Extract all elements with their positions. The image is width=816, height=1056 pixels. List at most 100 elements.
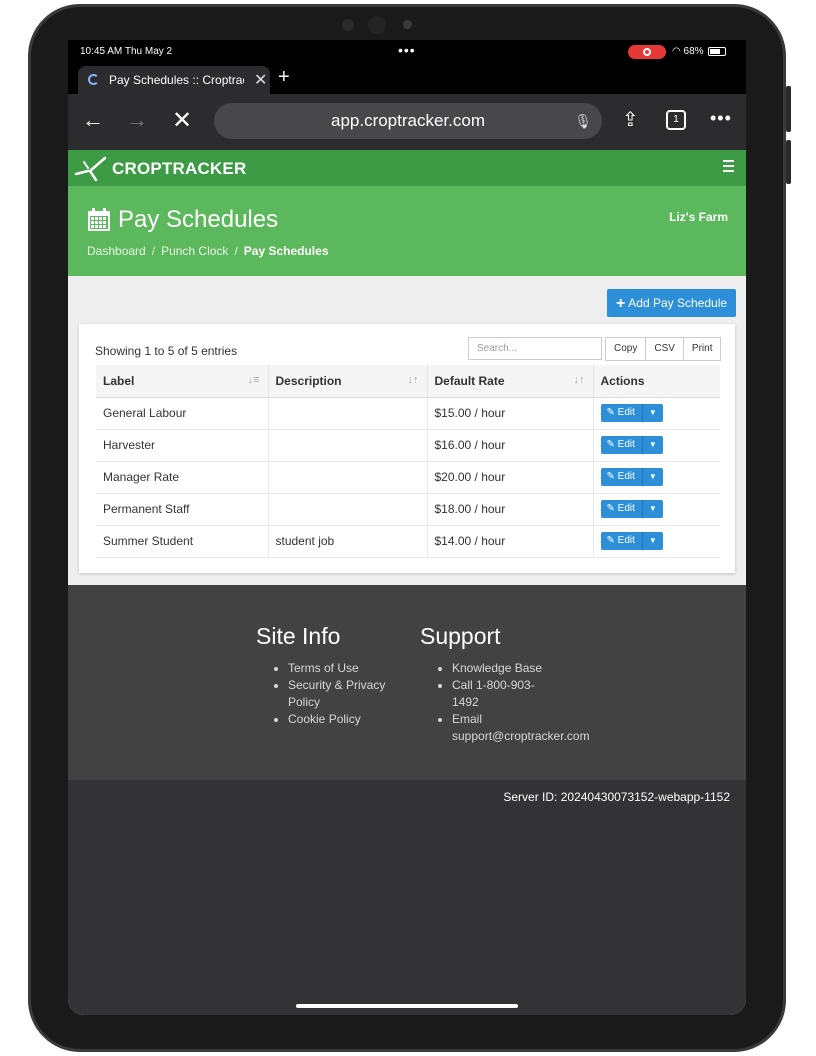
share-icon[interactable]: ⇪ bbox=[622, 107, 639, 132]
row-label: Manager Rate bbox=[96, 461, 269, 494]
plus-icon: + bbox=[615, 295, 626, 312]
status-time: 10:45 AM Thu May 2 bbox=[80, 46, 173, 57]
sort-asc-icon: ↓≡ bbox=[247, 374, 260, 386]
edit-icon: ✎ bbox=[606, 503, 615, 514]
browser-tab[interactable]: Pay Schedules :: Croptracker ✕ bbox=[78, 66, 270, 94]
multitask-dots-icon[interactable]: ••• bbox=[398, 42, 416, 58]
volume-up-button bbox=[786, 86, 791, 132]
row-actions: ✎ Edit ▼ bbox=[593, 461, 720, 494]
tab-title: Pay Schedules :: Croptracker bbox=[109, 73, 244, 87]
web-app: CROPTRACKER Pay Schedules Liz's Farm Das… bbox=[68, 150, 746, 1015]
add-button-label: Add Pay Schedule bbox=[628, 296, 728, 310]
edit-button[interactable]: ✎ Edit ▼ bbox=[600, 500, 663, 518]
table-header-row: Label ↓≡ Description ↓↑ Default Rate ↓↑ Act… bbox=[96, 365, 720, 398]
flash-icon bbox=[403, 20, 412, 29]
edit-icon: ✎ bbox=[606, 471, 615, 482]
footer-site-info: Site Info Terms of Use Security & Privac… bbox=[256, 623, 406, 728]
row-description bbox=[268, 429, 428, 462]
edit-icon: ✎ bbox=[606, 439, 615, 450]
csv-button[interactable]: CSV bbox=[645, 337, 684, 361]
pay-schedules-panel: Showing 1 to 5 of 5 entries Search... Co… bbox=[79, 324, 735, 573]
server-id: Server ID: 20240430073152-webapp-1152 bbox=[503, 790, 730, 804]
table-row: Summer Student student job $14.00 / hour ✎ … bbox=[96, 525, 720, 558]
browser-tab-bar: Pay Schedules :: Croptracker ✕ + bbox=[68, 64, 746, 94]
edit-button[interactable]: ✎ Edit ▼ bbox=[600, 532, 663, 550]
row-default-rate: $15.00 / hour bbox=[427, 397, 594, 430]
croptracker-logo-icon[interactable] bbox=[74, 154, 108, 182]
site-info-title: Site Info bbox=[256, 623, 341, 649]
knowledge-base-link[interactable]: Knowledge Base bbox=[452, 660, 548, 677]
search-input[interactable]: Search... bbox=[468, 337, 602, 360]
row-default-rate: $14.00 / hour bbox=[427, 525, 594, 558]
battery-icon bbox=[708, 46, 727, 56]
row-actions: ✎ Edit ▼ bbox=[593, 397, 720, 430]
status-bar: 10:45 AM Thu May 2 ••• ◠ 68% bbox=[68, 40, 746, 64]
chevron-down-icon[interactable]: ▼ bbox=[643, 468, 663, 486]
page-bottom: Server ID: 20240430073152-webapp-1152 bbox=[68, 780, 746, 1015]
footer-support: Support Knowledge Base Call 1-800-903-14… bbox=[420, 623, 610, 745]
phone-link[interactable]: Call 1-800-903-1492 bbox=[452, 677, 548, 711]
forward-arrow-icon[interactable]: → bbox=[126, 107, 148, 133]
copy-button[interactable]: Copy bbox=[605, 337, 647, 361]
wifi-icon: ◠ bbox=[672, 46, 681, 57]
loading-spinner-icon bbox=[88, 74, 99, 85]
row-label: Harvester bbox=[96, 429, 269, 462]
column-header-default-rate[interactable]: Default Rate ↓↑ bbox=[427, 365, 594, 398]
row-default-rate: $16.00 / hour bbox=[427, 429, 594, 462]
print-button[interactable]: Print bbox=[682, 337, 722, 361]
security-privacy-link[interactable]: Security & Privacy Policy bbox=[288, 677, 406, 711]
volume-down-button bbox=[786, 140, 791, 184]
page-header: Pay Schedules Liz's Farm Dashboard / Punch… bbox=[68, 186, 746, 276]
export-buttons: Copy CSV Print bbox=[605, 337, 722, 361]
site-footer: Site Info Terms of Use Security & Privac… bbox=[68, 585, 746, 780]
calendar-icon bbox=[88, 208, 110, 231]
address-bar[interactable]: app.croptracker.com 🎙 bbox=[214, 103, 602, 139]
breadcrumb: Dashboard / Punch Clock / Pay Schedules bbox=[87, 244, 329, 258]
stop-loading-icon[interactable]: ✕ bbox=[172, 106, 192, 135]
hamburger-menu-icon[interactable] bbox=[723, 160, 734, 172]
edit-button[interactable]: ✎ Edit ▼ bbox=[600, 468, 663, 486]
chevron-down-icon[interactable]: ▼ bbox=[643, 532, 663, 550]
tab-switcher-icon[interactable]: 1 bbox=[666, 110, 686, 130]
sort-icon: ↓↑ bbox=[407, 374, 419, 386]
row-label: General Labour bbox=[96, 397, 269, 430]
screen-record-icon[interactable] bbox=[628, 45, 666, 59]
brand-name[interactable]: CROPTRACKER bbox=[112, 159, 246, 179]
close-tab-icon[interactable]: ✕ bbox=[254, 70, 267, 90]
back-arrow-icon[interactable]: ← bbox=[82, 107, 104, 133]
breadcrumb-dashboard[interactable]: Dashboard bbox=[87, 244, 146, 258]
entries-info: Showing 1 to 5 of 5 entries bbox=[95, 344, 238, 358]
row-label: Summer Student bbox=[96, 525, 269, 558]
email-link[interactable]: Emailsupport@croptracker.com bbox=[452, 711, 622, 745]
cookie-policy-link[interactable]: Cookie Policy bbox=[288, 711, 406, 728]
chevron-down-icon[interactable]: ▼ bbox=[643, 436, 663, 454]
more-options-icon[interactable]: ••• bbox=[710, 108, 732, 129]
breadcrumb-punch-clock[interactable]: Punch Clock bbox=[161, 244, 228, 258]
edit-button[interactable]: ✎ Edit ▼ bbox=[600, 436, 663, 454]
screen: 10:45 AM Thu May 2 ••• ◠ 68% Pay Schedul… bbox=[68, 40, 746, 1015]
edit-button[interactable]: ✎ Edit ▼ bbox=[600, 404, 663, 422]
terms-of-use-link[interactable]: Terms of Use bbox=[288, 660, 406, 677]
row-description bbox=[268, 493, 428, 526]
microphone-icon[interactable]: 🎙 bbox=[574, 103, 592, 139]
row-actions: ✎ Edit ▼ bbox=[593, 429, 720, 462]
pay-schedules-table: Label ↓≡ Description ↓↑ Default Rate ↓↑ Act… bbox=[96, 365, 720, 558]
table-row: Permanent Staff $18.00 / hour ✎ Edit ▼ bbox=[96, 493, 720, 526]
new-tab-icon[interactable]: + bbox=[278, 66, 290, 89]
battery-status: ◠ 68% bbox=[672, 46, 727, 57]
support-title: Support bbox=[420, 623, 501, 649]
add-pay-schedule-button[interactable]: + Add Pay Schedule bbox=[607, 289, 736, 317]
sensor-icon bbox=[342, 19, 354, 31]
chevron-down-icon[interactable]: ▼ bbox=[643, 500, 663, 518]
row-actions: ✎ Edit ▼ bbox=[593, 493, 720, 526]
column-header-description[interactable]: Description ↓↑ bbox=[268, 365, 428, 398]
farm-name[interactable]: Liz's Farm bbox=[669, 210, 728, 224]
table-row: Manager Rate $20.00 / hour ✎ Edit ▼ bbox=[96, 461, 720, 494]
row-label: Permanent Staff bbox=[96, 493, 269, 526]
column-header-label[interactable]: Label ↓≡ bbox=[96, 365, 269, 398]
breadcrumb-current: Pay Schedules bbox=[243, 244, 329, 258]
home-indicator[interactable] bbox=[296, 1004, 518, 1008]
row-default-rate: $18.00 / hour bbox=[427, 493, 594, 526]
chevron-down-icon[interactable]: ▼ bbox=[643, 404, 663, 422]
row-description bbox=[268, 397, 428, 430]
